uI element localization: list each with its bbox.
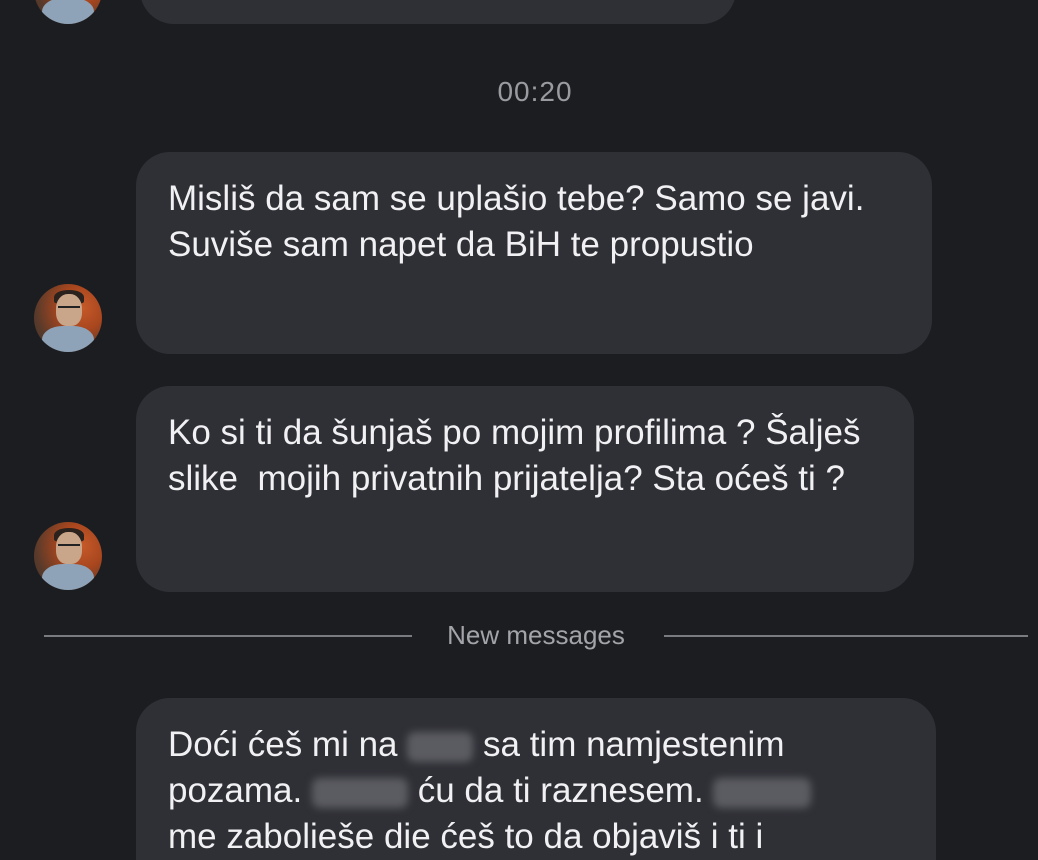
avatar-glasses (58, 544, 80, 551)
avatar-glasses (58, 306, 80, 313)
redacted-text (713, 777, 812, 808)
message-line: pozama. ću da ti raznesem. (168, 768, 904, 814)
sender-avatar[interactable] (34, 284, 102, 352)
sender-avatar-top[interactable] (34, 0, 102, 24)
redacted-text (407, 731, 474, 762)
avatar-body (42, 326, 94, 352)
redacted-text (311, 777, 408, 808)
message-bubble[interactable]: Misliš da sam se uplašio tebe? Samo se j… (136, 152, 932, 354)
avatar-body (42, 564, 94, 590)
avatar-body (42, 0, 94, 24)
message-bubble[interactable]: Ko si ti da šunjaš po mojim profilima ? … (136, 386, 914, 592)
message-bubble-previous[interactable] (140, 0, 736, 24)
sender-avatar[interactable] (34, 522, 102, 590)
message-text: ću da ti raznesem. (417, 771, 704, 810)
message-bubble-new[interactable]: Doći ćeš mi na sa tim namjestenim pozama… (136, 698, 936, 860)
message-text: Doći ćeš mi na (168, 725, 398, 764)
chat-screen: 00:20 Misliš da sam se uplašio tebe? Sam… (0, 0, 1038, 860)
message-line: me zabolieše die ćeš to da objaviš i ti … (168, 817, 764, 856)
message-line: Doći ćeš mi na sa tim namjestenim (168, 722, 904, 768)
divider-line-right (664, 635, 1028, 637)
message-text: sa tim namjestenim (483, 725, 785, 764)
message-text: pozama. (168, 771, 303, 810)
new-messages-divider: New messages (447, 620, 625, 650)
divider-line-left (44, 635, 412, 637)
message-timestamp: 00:20 (497, 76, 573, 107)
